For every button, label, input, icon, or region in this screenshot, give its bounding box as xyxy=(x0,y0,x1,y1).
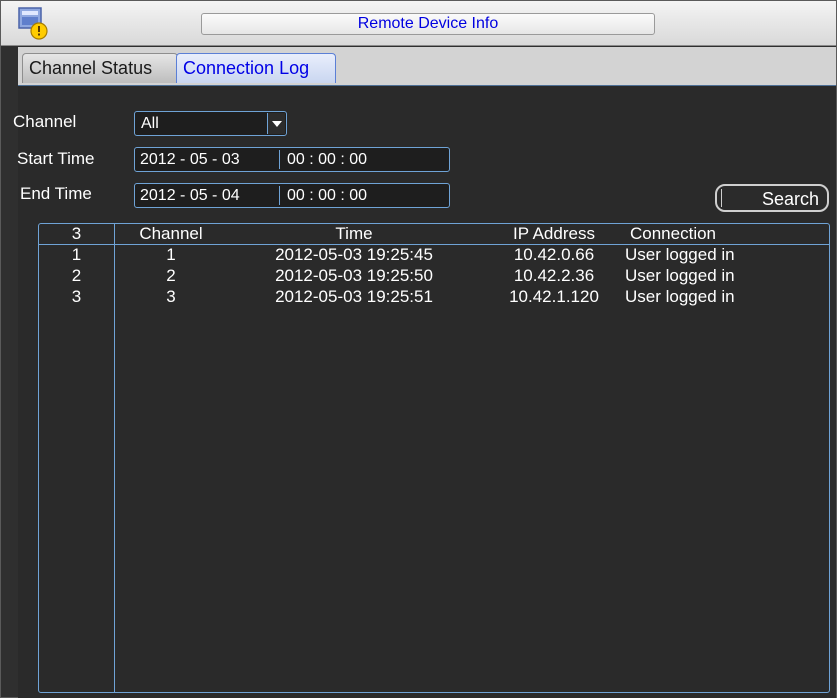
channel-select[interactable]: All xyxy=(134,111,287,136)
start-time-label: Start Time xyxy=(17,149,95,168)
header-ip-address: IP Address xyxy=(513,224,595,243)
table-row[interactable]: 3 3 2012-05-03 19:25:51 10.42.1.120 User… xyxy=(39,287,829,308)
date-time-divider xyxy=(279,150,280,169)
channel-label: Channel xyxy=(13,112,77,131)
channel-select-value: All xyxy=(141,115,159,132)
end-time-value[interactable]: 00 : 00 : 00 xyxy=(287,184,367,207)
header-count: 3 xyxy=(71,224,82,243)
remote-device-info-window: Remote Device Info Channel Status Connec… xyxy=(0,0,837,698)
window-title: Remote Device Info xyxy=(357,15,499,32)
header-connection: Connection xyxy=(630,224,717,243)
tab-strip: Channel Status Connection Log xyxy=(18,47,836,85)
connection-log-panel: Channel All Start Time 2012 - 05 - 03 00… xyxy=(13,85,836,698)
start-time-field[interactable]: 2012 - 05 - 03 00 : 00 : 00 xyxy=(134,147,450,172)
table-header: 3 Channel Time IP Address Connection xyxy=(39,224,829,245)
row-index: 2 xyxy=(71,266,82,285)
search-button[interactable]: Search xyxy=(715,184,829,212)
title-bar: Remote Device Info xyxy=(1,1,836,46)
chevron-down-icon[interactable] xyxy=(267,113,285,134)
title-box: Remote Device Info xyxy=(201,13,655,35)
date-time-divider xyxy=(279,186,280,205)
row-connection: User logged in xyxy=(625,245,735,264)
table-row[interactable]: 1 1 2012-05-03 19:25:45 10.42.0.66 User … xyxy=(39,245,829,266)
start-date-value[interactable]: 2012 - 05 - 03 xyxy=(140,148,240,171)
row-channel: 2 xyxy=(166,266,176,285)
row-connection: User logged in xyxy=(625,266,735,285)
end-time-field[interactable]: 2012 - 05 - 04 00 : 00 : 00 xyxy=(134,183,450,208)
start-time-value[interactable]: 00 : 00 : 00 xyxy=(287,148,367,171)
row-connection: User logged in xyxy=(625,287,735,306)
row-ip-address: 10.42.2.36 xyxy=(513,266,595,285)
row-time: 2012-05-03 19:25:45 xyxy=(275,245,433,264)
header-time: Time xyxy=(335,224,373,243)
header-channel: Channel xyxy=(139,224,203,243)
tab-connection-log[interactable]: Connection Log xyxy=(176,53,336,83)
row-index: 3 xyxy=(71,287,82,306)
end-date-value[interactable]: 2012 - 05 - 04 xyxy=(140,184,240,207)
row-time: 2012-05-03 19:25:50 xyxy=(275,266,433,285)
connection-log-table: 3 Channel Time IP Address Connection 1 1… xyxy=(38,223,830,693)
app-info-icon xyxy=(18,7,48,40)
row-ip-address: 10.42.1.120 xyxy=(509,287,599,306)
row-ip-address: 10.42.0.66 xyxy=(513,245,595,264)
row-channel: 1 xyxy=(166,245,176,264)
tab-channel-status[interactable]: Channel Status xyxy=(22,53,178,83)
row-index: 1 xyxy=(71,245,82,264)
table-row[interactable]: 2 2 2012-05-03 19:25:50 10.42.2.36 User … xyxy=(39,266,829,287)
row-time: 2012-05-03 19:25:51 xyxy=(275,287,433,306)
end-time-label: End Time xyxy=(20,184,92,203)
row-channel: 3 xyxy=(166,287,176,306)
